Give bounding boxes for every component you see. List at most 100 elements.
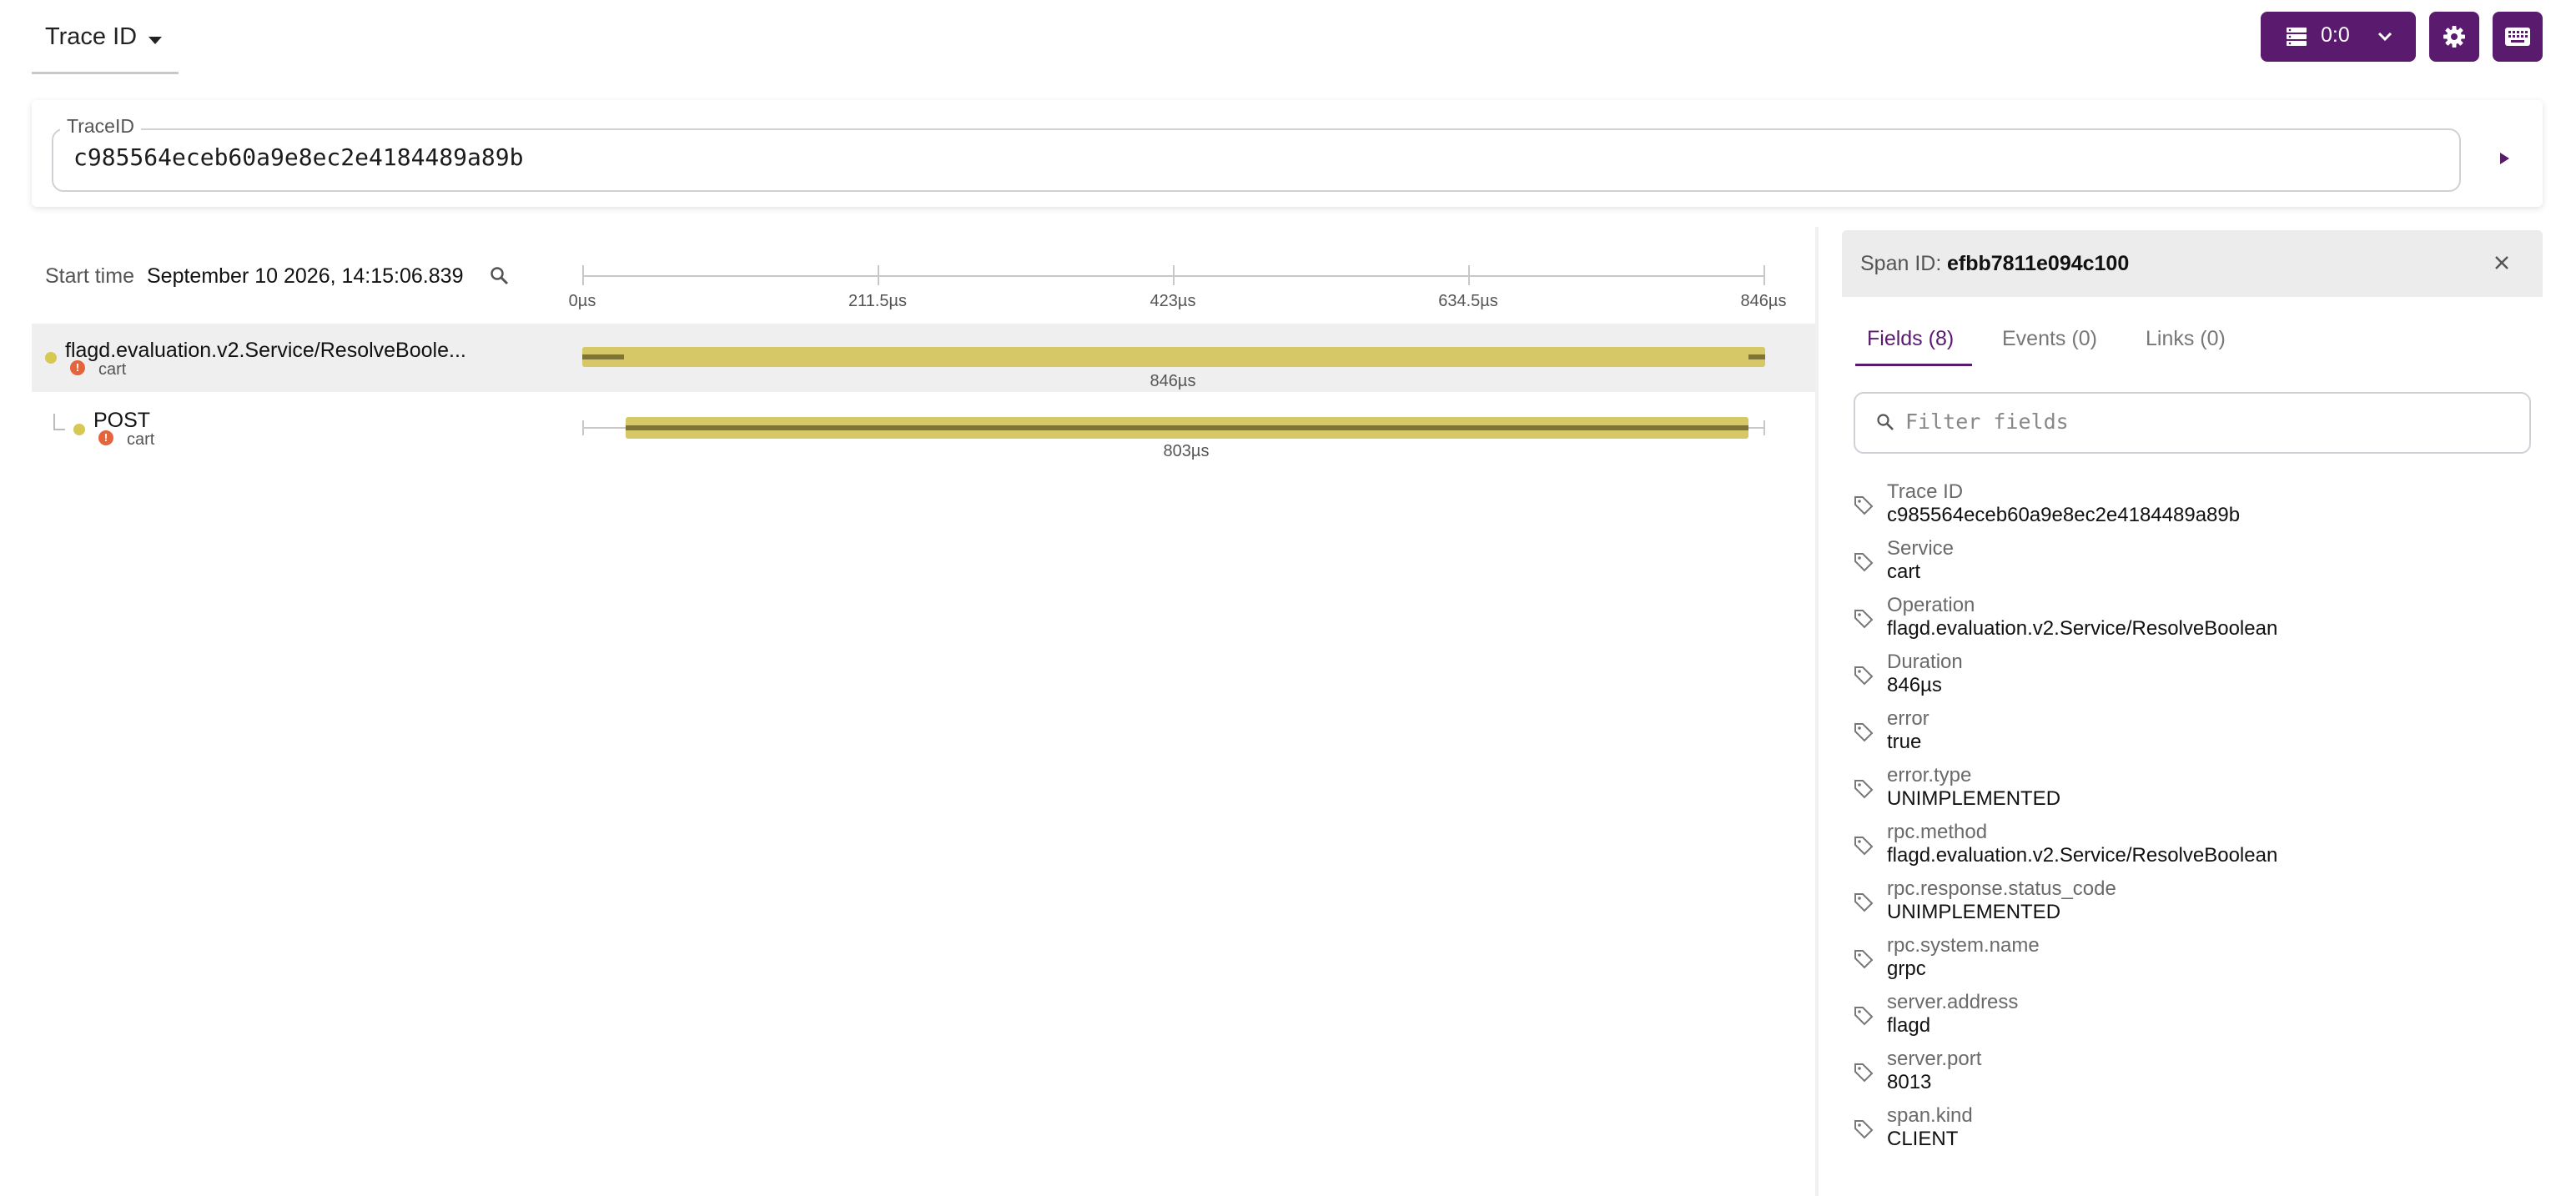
axis-tick-label: 846µs [1740,292,1787,310]
field-row: server.port 8013 [1852,1048,2536,1104]
tab-events[interactable]: Events (0) [2002,327,2097,351]
panel-divider[interactable] [1815,227,1819,1196]
span-row[interactable]: flagd.evaluation.v2.Service/ResolveBoole… [32,324,1819,392]
field-row: error true [1852,707,2536,764]
zoom-value: 0:0 [2321,23,2350,47]
field-name: error [1887,707,1929,730]
keyboard-shortcuts-button[interactable] [2493,12,2543,62]
active-tab-indicator [1855,364,1972,366]
tag-icon [1854,1007,1874,1026]
field-row: Trace ID c985564eceb60a9e8ec2e4184489a89… [1852,480,2536,537]
field-row: Operation flagd.evaluation.v2.Service/Re… [1852,594,2536,651]
error-icon: ! [70,360,85,375]
field-row: Service cart [1852,537,2536,594]
field-value: cart [1887,560,1921,583]
field-row: rpc.method flagd.evaluation.v2.Service/R… [1852,821,2536,877]
trace-id-legend: TraceID [60,115,141,138]
field-value: flagd.evaluation.v2.Service/ResolveBoole… [1887,617,2278,640]
tag-icon [1854,666,1874,686]
close-icon[interactable] [2493,254,2511,272]
field-value: c985564eceb60a9e8ec2e4184489a89b [1887,504,2241,526]
field-row: Duration 846µs [1852,651,2536,707]
field-name: Trace ID [1887,480,1964,503]
field-name: rpc.response.status_code [1887,877,2116,900]
service-color-dot [45,352,57,364]
tag-icon [1854,496,1874,515]
caret-down-icon [148,37,162,44]
tag-icon [1854,723,1874,742]
query-mode-dropdown[interactable]: Trace ID [32,10,179,74]
run-query-icon[interactable] [2494,148,2514,168]
span-self-time [626,425,1748,430]
span-id-label: Span ID: [1860,252,1942,275]
field-value: 8013 [1887,1071,1932,1093]
tag-icon [1854,837,1874,856]
query-mode-label: Trace ID [45,23,138,50]
tag-icon [1854,1120,1874,1139]
field-name: rpc.system.name [1887,934,2040,957]
tag-icon [1854,610,1874,629]
chevron-down-icon [2377,32,2392,42]
field-name: Duration [1887,651,1963,673]
rows-icon [2287,28,2307,46]
field-row: error.type UNIMPLEMENTED [1852,764,2536,821]
zoom-search-icon[interactable] [489,265,511,287]
tag-icon [1854,893,1874,912]
span-operation-name: POST [93,409,151,432]
field-name: error.type [1887,764,1972,786]
start-time-value: September 10 2026, 14:15:06.839 [147,264,464,288]
service-color-dot [73,424,85,435]
field-value: true [1887,731,1922,753]
field-value: UNIMPLEMENTED [1887,787,2061,810]
axis-tick [1173,265,1175,285]
span-self-time [582,354,624,359]
axis-tick [1468,265,1470,285]
keyboard-icon [2505,28,2530,46]
axis-tick-label: 634.5µs [1438,292,1498,310]
tab-links[interactable]: Links (0) [2146,327,2226,351]
field-row: span.kind CLIENT [1852,1104,2536,1161]
span-row[interactable]: POST ! cart 803µs [32,395,1819,464]
field-name: span.kind [1887,1104,1973,1127]
axis-tick-label: 0µs [568,292,596,310]
field-name: rpc.method [1887,821,1988,843]
zoom-button[interactable]: 0:0 [2261,12,2416,62]
span-service-name: cart [98,360,127,379]
trace-id-value[interactable]: c985564eceb60a9e8ec2e4184489a89b [73,143,523,171]
field-name: server.port [1887,1048,1982,1070]
error-icon: ! [98,430,113,445]
field-value: CLIENT [1887,1128,1959,1150]
axis-tick [582,265,584,285]
tag-icon [1854,553,1874,572]
field-row: rpc.response.status_code UNIMPLEMENTED [1852,877,2536,934]
gear-icon [2443,26,2465,48]
field-name: server.address [1887,991,2019,1013]
span-bar[interactable] [626,417,1748,439]
field-value: flagd.evaluation.v2.Service/ResolveBoole… [1887,844,2278,867]
filter-fields-input[interactable] [1905,405,2506,437]
search-icon [1877,414,1894,430]
span-duration: 803µs [1163,442,1210,460]
span-id-value: efbb7811e094c100 [1947,252,2130,275]
field-row: rpc.system.name grpc [1852,934,2536,991]
tag-icon [1854,780,1874,799]
tab-fields[interactable]: Fields (8) [1867,327,1954,351]
span-self-time [1748,354,1765,359]
field-value: flagd [1887,1014,1931,1037]
field-name: Operation [1887,594,1975,616]
field-row: server.address flagd [1852,991,2536,1048]
axis-tick [878,265,879,285]
axis-tick [1763,265,1765,285]
span-track-end [1763,420,1765,435]
settings-button[interactable] [2429,12,2479,62]
field-value: UNIMPLEMENTED [1887,901,2061,923]
span-service-name: cart [127,430,155,449]
field-value: 846µs [1887,674,1942,696]
tag-icon [1854,950,1874,969]
field-name: Service [1887,537,1955,560]
span-track-start [582,420,584,435]
span-operation-name: flagd.evaluation.v2.Service/ResolveBoole… [65,339,466,362]
span-bar[interactable] [582,347,1765,367]
axis-tick-label: 423µs [1150,292,1196,310]
span-duration: 846µs [1150,372,1196,390]
